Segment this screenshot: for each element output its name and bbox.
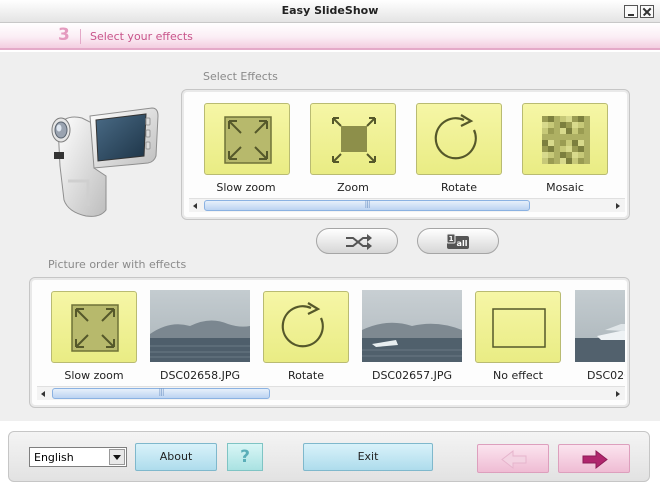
order-label-1: DSC02658.JPG (159, 369, 241, 382)
select-effects-label: Select Effects (203, 70, 278, 83)
arrow-right-icon (582, 449, 608, 470)
photo-thumbnail[interactable] (575, 290, 625, 362)
rotate-icon (281, 302, 324, 348)
step-label: Select your effects (90, 30, 193, 43)
order-tile-slow-zoom[interactable] (51, 291, 137, 363)
shuffle-icon (346, 234, 372, 250)
zoom-icon (332, 117, 376, 163)
chevron-down-icon[interactable] (109, 449, 125, 465)
boat-photo-image (362, 290, 462, 362)
effect-label-rotate: Rotate (440, 181, 477, 194)
camcorder-icon (51, 107, 159, 217)
close-button[interactable] (640, 5, 654, 18)
effect-tile-slow-zoom[interactable] (204, 103, 290, 175)
scrollbar-thumb[interactable] (52, 387, 270, 399)
window-title: Easy SlideShow (281, 4, 379, 17)
next-button[interactable] (558, 444, 630, 473)
shuffle-button[interactable] (316, 228, 398, 254)
effect-tile-rotate[interactable] (416, 103, 502, 175)
rotate-icon (434, 114, 477, 160)
step-divider (80, 29, 81, 44)
step-header: 3 Select your effects (0, 23, 660, 50)
picture-order-label: Picture order with effects (48, 258, 187, 271)
effect-label-slow-zoom: Slow zoom (216, 181, 276, 194)
help-button[interactable]: ? (227, 443, 263, 471)
apply-all-button[interactable]: 1 all (417, 228, 499, 254)
slow-zoom-icon (224, 116, 272, 164)
effect-label-mosaic: Mosaic (546, 181, 584, 194)
order-label-4: No effect (493, 369, 543, 382)
scroll-right-arrow-icon[interactable] (611, 387, 625, 401)
scroll-right-arrow-icon[interactable] (611, 199, 625, 213)
arrow-left-icon (501, 449, 527, 470)
language-select[interactable]: English (29, 447, 127, 467)
order-label-2: Rotate (287, 369, 324, 382)
language-value: English (34, 451, 74, 464)
effect-tile-mosaic[interactable] (522, 103, 608, 175)
svg-text:all: all (457, 239, 468, 248)
order-tile-rotate[interactable] (263, 291, 349, 363)
scrollbar-thumb[interactable] (204, 199, 530, 211)
yacht-photo-image (575, 290, 625, 362)
order-label-3: DSC02657.JPG (371, 369, 453, 382)
effect-label-zoom: Zoom (337, 181, 369, 194)
back-button[interactable] (477, 444, 549, 473)
photo-thumbnail[interactable] (362, 290, 462, 362)
mosaic-icon (542, 116, 590, 164)
exit-button[interactable]: Exit (303, 443, 433, 471)
photo-thumbnail[interactable] (150, 290, 250, 362)
scroll-left-arrow-icon[interactable] (37, 387, 51, 401)
title-bar: Easy SlideShow (0, 0, 660, 23)
about-button[interactable]: About (135, 443, 217, 471)
order-label-5: DSC026 (587, 369, 625, 382)
minimize-button[interactable] (624, 5, 638, 18)
slow-zoom-icon (71, 304, 119, 352)
svg-text:1: 1 (449, 235, 454, 243)
order-label-0: Slow zoom (64, 369, 124, 382)
no-effect-icon (492, 308, 546, 348)
harbor-photo-image (150, 290, 250, 362)
effects-scrollbar[interactable] (189, 198, 625, 212)
order-tile-no-effect[interactable] (475, 291, 561, 363)
scroll-left-arrow-icon[interactable] (189, 199, 203, 213)
step-number: 3 (58, 25, 70, 45)
apply-all-icon: 1 all (446, 233, 469, 249)
effect-tile-zoom[interactable] (310, 103, 396, 175)
picture-order-scrollbar[interactable] (37, 386, 625, 400)
